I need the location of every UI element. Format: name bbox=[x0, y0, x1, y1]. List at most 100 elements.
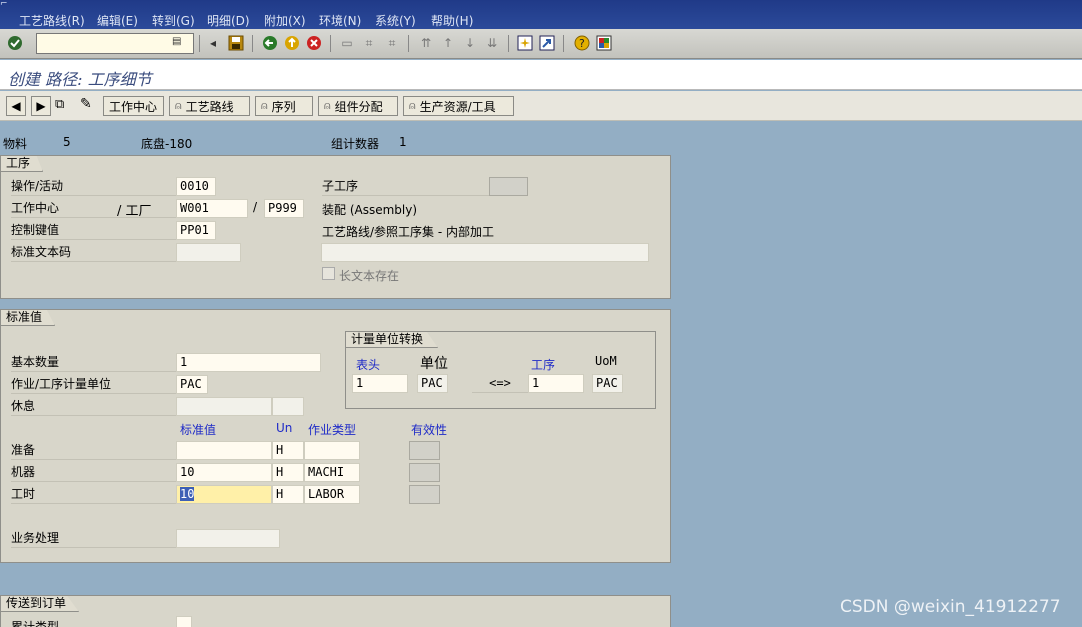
business-process-field[interactable] bbox=[176, 529, 280, 548]
break-label: 休息 bbox=[11, 398, 177, 416]
menu-help[interactable]: 帮助(H) bbox=[431, 12, 473, 29]
save-icon[interactable] bbox=[227, 34, 245, 52]
conv-op-unit-field: PAC bbox=[592, 374, 623, 393]
hierarchy-icon[interactable]: ⧉ bbox=[55, 97, 64, 112]
prev-page-icon[interactable]: ↑ bbox=[439, 34, 457, 52]
transfer-to-order-panel: 传送到订单 累计类型 bbox=[0, 595, 671, 627]
shortcut-icon[interactable] bbox=[538, 34, 556, 52]
layout-icon[interactable] bbox=[595, 34, 613, 52]
labor-value-selected: 10 bbox=[180, 487, 195, 501]
menu-details[interactable]: 明细(D) bbox=[207, 12, 250, 29]
break-field[interactable] bbox=[176, 397, 272, 416]
menu-environment[interactable]: 环境(N) bbox=[319, 12, 361, 29]
menu-bar: ⌐ 工艺路线(R) 编辑(E) 转到(G) 明细(D) 附加(X) 环境(N) … bbox=[0, 0, 1082, 29]
plant-field[interactable]: P999 bbox=[264, 199, 304, 218]
operation-panel: 工序 操作/活动 0010 工作中心 / 工厂 W001 / P999 控制键值… bbox=[0, 155, 671, 299]
std-text-label: 标准文本码 bbox=[11, 244, 177, 262]
component-allocation-button[interactable]: ⍝ 组件分配 bbox=[318, 96, 398, 116]
setup-validity-field bbox=[409, 441, 440, 460]
unit-label: 作业/工序计量单位 bbox=[11, 376, 177, 394]
base-qty-label: 基本数量 bbox=[11, 354, 177, 372]
find-icon[interactable]: ⌗ bbox=[360, 34, 378, 52]
person-icon: ⍝ bbox=[261, 99, 268, 112]
group-counter-label: 组计数器 bbox=[331, 137, 380, 151]
control-key-label: 控制键值 bbox=[11, 222, 177, 240]
workcenter-button[interactable]: 工作中心 bbox=[103, 96, 164, 116]
col-unit: Un bbox=[276, 421, 293, 435]
find-next-icon[interactable]: ⌗ bbox=[383, 34, 401, 52]
watermark: CSDN @weixin_41912277 bbox=[840, 597, 1061, 617]
break-unit-field[interactable] bbox=[272, 397, 304, 416]
person-icon: ⍝ bbox=[175, 99, 182, 112]
cost-type-field[interactable] bbox=[176, 616, 192, 627]
labor-unit-field[interactable]: H bbox=[272, 485, 304, 504]
activity-field[interactable]: 0010 bbox=[176, 177, 216, 196]
longtext-checkbox bbox=[322, 267, 335, 280]
control-key-field[interactable]: PP01 bbox=[176, 221, 216, 240]
base-qty-field[interactable]: 1 bbox=[176, 353, 321, 372]
menu-routing[interactable]: 工艺路线(R) bbox=[19, 12, 85, 29]
sequence-button[interactable]: ⍝ 序列 bbox=[255, 96, 313, 116]
exit-icon[interactable] bbox=[283, 34, 301, 52]
machine-label: 机器 bbox=[11, 464, 177, 482]
workcenter-field[interactable]: W001 bbox=[176, 199, 248, 218]
cost-type-label: 累计类型 bbox=[11, 620, 60, 627]
labor-value-field[interactable]: 10 bbox=[176, 485, 272, 504]
create-session-icon[interactable] bbox=[516, 34, 534, 52]
operation-tab: 工序 bbox=[1, 156, 44, 172]
unit-field[interactable]: PAC bbox=[176, 375, 208, 394]
person-icon: ⍝ bbox=[324, 99, 331, 112]
enter-icon[interactable] bbox=[6, 34, 24, 52]
setup-value-field[interactable] bbox=[176, 441, 272, 460]
material-description: 底盘-180 bbox=[141, 137, 193, 151]
machine-value-field[interactable]: 10 bbox=[176, 463, 272, 482]
prev-item-button[interactable]: ◀ bbox=[6, 96, 26, 116]
title-bar: 创建 路径: 工序细节 bbox=[0, 60, 1082, 90]
conv-unit-label: 单位 bbox=[420, 356, 448, 372]
command-field[interactable] bbox=[36, 33, 194, 54]
machine-validity-field bbox=[409, 463, 440, 482]
application-toolbar: ◀ ▶ ⧉ ✎ 工作中心 ⍝ 工艺路线 ⍝ 序列 ⍝ 组件分配 ⍝ 生产资源/工具 bbox=[0, 91, 1082, 121]
conv-op-field[interactable]: 1 bbox=[528, 374, 584, 393]
help-icon[interactable]: ? bbox=[573, 34, 591, 52]
menu-edit[interactable]: 编辑(E) bbox=[97, 12, 138, 29]
setup-unit-field[interactable]: H bbox=[272, 441, 304, 460]
machine-type-field[interactable]: MACHI bbox=[304, 463, 360, 482]
arrow-left-icon: ◀ bbox=[11, 99, 21, 113]
conv-header-field[interactable]: 1 bbox=[352, 374, 408, 393]
first-page-icon[interactable]: ⇈ bbox=[417, 34, 435, 52]
cancel-icon[interactable] bbox=[305, 34, 323, 52]
machine-unit-field[interactable]: H bbox=[272, 463, 304, 482]
labor-type-field[interactable]: LABOR bbox=[304, 485, 360, 504]
conv-op-label: 工序 bbox=[531, 358, 556, 372]
standard-values-tab: 标准值 bbox=[1, 310, 56, 326]
menu-goto[interactable]: 转到(G) bbox=[152, 12, 195, 29]
system-menu-icon[interactable]: ⌐ bbox=[0, 0, 14, 10]
activity-label: 操作/活动 bbox=[11, 178, 177, 196]
back-icon[interactable] bbox=[261, 34, 279, 52]
operation-description-field[interactable] bbox=[321, 243, 649, 262]
setup-type-field[interactable] bbox=[304, 441, 360, 460]
longtext-label: 长文本存在 bbox=[339, 269, 400, 283]
material-value: 5 bbox=[63, 135, 71, 149]
menu-system[interactable]: 系统(Y) bbox=[375, 12, 416, 29]
last-page-icon[interactable]: ⇊ bbox=[483, 34, 501, 52]
next-page-icon[interactable]: ↓ bbox=[461, 34, 479, 52]
prev-icon[interactable]: ◂ bbox=[204, 34, 222, 52]
edit-icon[interactable]: ✎ bbox=[80, 96, 92, 112]
standard-values-panel: 标准值 基本数量 1 作业/工序计量单位 PAC 休息 标准值 Un 作业类型 … bbox=[0, 309, 671, 563]
unit-conversion-box: 计量单位转换 表头 单位 工序 UoM 1 PAC <=> 1 PAC bbox=[345, 331, 656, 409]
menu-extras[interactable]: 附加(X) bbox=[264, 12, 306, 29]
prt-button[interactable]: ⍝ 生产资源/工具 bbox=[403, 96, 514, 116]
next-item-button[interactable]: ▶ bbox=[31, 96, 51, 116]
col-activity-type: 作业类型 bbox=[308, 423, 357, 437]
std-text-field[interactable] bbox=[176, 243, 241, 262]
workcenter-label: 工作中心 bbox=[11, 200, 177, 218]
print-icon[interactable]: ▭ bbox=[338, 34, 356, 52]
conv-uom-label: UoM bbox=[595, 354, 617, 368]
command-history-icon[interactable]: ▤ bbox=[172, 36, 181, 47]
business-process-label: 业务处理 bbox=[11, 530, 177, 548]
routing-button[interactable]: ⍝ 工艺路线 bbox=[169, 96, 250, 116]
person-icon: ⍝ bbox=[409, 99, 416, 112]
suboperation-label: 子工序 bbox=[322, 178, 490, 196]
